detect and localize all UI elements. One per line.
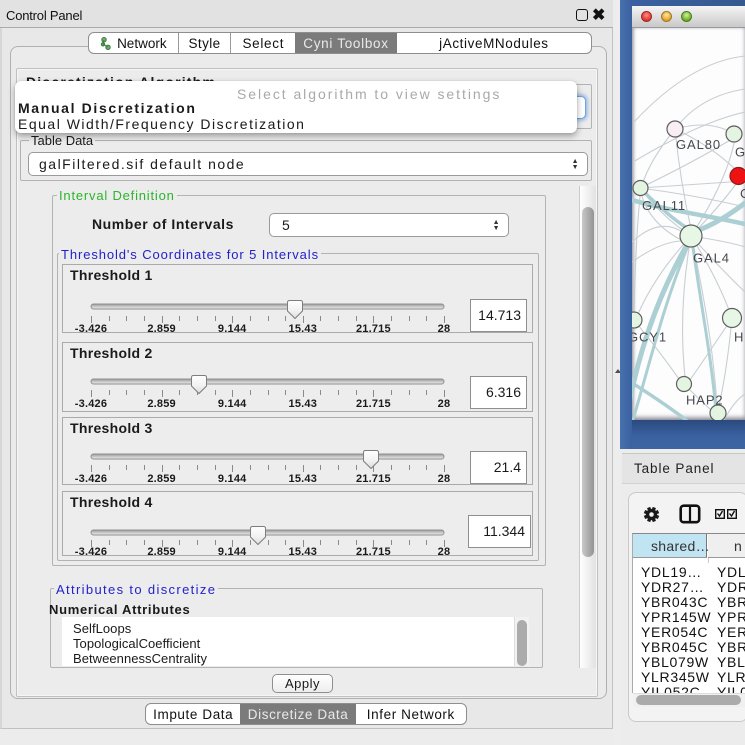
svg-text:GAL4: GAL4	[693, 251, 730, 266]
svg-text:15.43: 15.43	[289, 398, 318, 410]
svg-text:-3.426: -3.426	[75, 323, 107, 333]
svg-text:2.859: 2.859	[147, 546, 176, 556]
svg-text:28: 28	[438, 473, 451, 485]
svg-text:28: 28	[438, 398, 451, 410]
svg-text:HAP2: HAP2	[686, 393, 724, 408]
svg-text:GA: GA	[735, 145, 745, 160]
svg-text:9.144: 9.144	[218, 546, 247, 556]
svg-text:9.144: 9.144	[218, 473, 247, 485]
svg-text:-3.426: -3.426	[75, 398, 107, 410]
svg-text:9.144: 9.144	[218, 398, 247, 410]
svg-text:-3.426: -3.426	[75, 473, 107, 485]
svg-text:2.859: 2.859	[147, 323, 176, 333]
svg-text:2.859: 2.859	[147, 398, 176, 410]
svg-text:21.715: 21.715	[356, 473, 391, 485]
svg-text:21.715: 21.715	[356, 323, 391, 333]
svg-text:H: H	[734, 330, 744, 345]
svg-text:15.43: 15.43	[289, 546, 318, 556]
svg-text:-3.426: -3.426	[75, 546, 107, 556]
svg-text:GAL11: GAL11	[642, 198, 686, 213]
svg-text:2.859: 2.859	[147, 473, 176, 485]
svg-text:C: C	[740, 186, 745, 201]
svg-text:28: 28	[438, 546, 451, 556]
svg-text:15.43: 15.43	[289, 323, 318, 333]
svg-text:21.715: 21.715	[356, 398, 391, 410]
svg-text:9.144: 9.144	[218, 323, 247, 333]
svg-text:GCY1: GCY1	[632, 330, 667, 345]
svg-text:21.715: 21.715	[356, 546, 391, 556]
svg-text:28: 28	[438, 323, 451, 333]
svg-text:15.43: 15.43	[289, 473, 318, 485]
svg-text:GAL80: GAL80	[676, 137, 721, 152]
